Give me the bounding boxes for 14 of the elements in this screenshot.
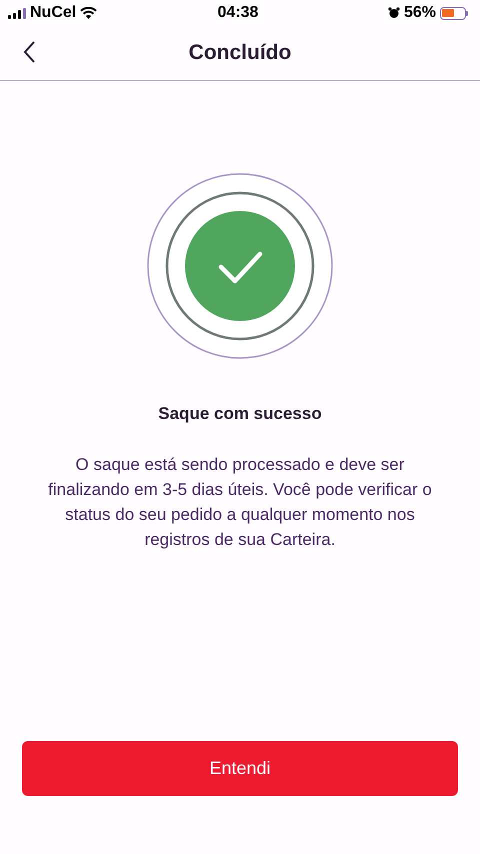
back-icon [22, 40, 36, 64]
page-title: Concluído [188, 41, 292, 65]
status-time: 04:38 [218, 4, 258, 22]
carrier-name: NuCel [30, 4, 76, 22]
back-button[interactable] [22, 40, 36, 64]
success-title: Saque com sucesso [158, 404, 322, 424]
success-check-icon [146, 172, 334, 360]
battery-icon [440, 6, 468, 20]
signal-icon [8, 8, 26, 18]
confirm-button[interactable]: Entendi [22, 741, 458, 796]
wifi-icon [80, 7, 98, 19]
success-message: O saque está sendo processado e deve ser finalizando em 3-5 dias úteis. Você pode verificar o status do seu pedido a qualquer momento nos registros de sua Carteira. [47, 454, 433, 551]
alarm-icon [388, 7, 400, 19]
battery-percent: 56% [404, 4, 436, 22]
